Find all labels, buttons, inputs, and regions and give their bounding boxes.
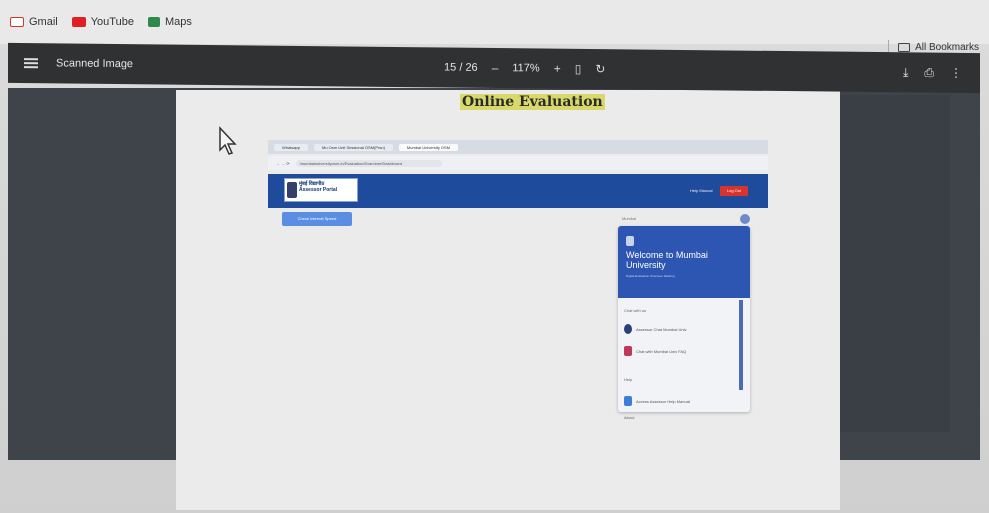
- page-total: 26: [465, 61, 478, 74]
- embedded-chat-row: Assessor Chat Mumbai Univ: [624, 324, 686, 334]
- more-options-icon[interactable]: ⋮: [950, 65, 962, 80]
- zoom-in-button[interactable]: +: [554, 62, 561, 76]
- bookmark-label: YouTube: [90, 16, 134, 28]
- bookmark-maps[interactable]: Maps: [147, 16, 192, 28]
- embedded-footer-label: About: [624, 415, 635, 420]
- bookmark-label: Gmail: [29, 16, 58, 28]
- folder-icon: [898, 42, 911, 52]
- embedded-row-text: Chat with Mumbai Univ FAQ: [636, 348, 687, 354]
- logo-line-2: Assessor Portal: [299, 187, 338, 193]
- menu-icon[interactable]: [24, 58, 38, 69]
- fit-page-icon[interactable]: ▯: [575, 62, 582, 76]
- manual-icon: [624, 396, 632, 406]
- download-icon[interactable]: ⤓: [903, 65, 908, 80]
- faq-icon: [624, 346, 632, 356]
- embedded-url: /mumbaiuniversityosm.in/Evaluation/Exami…: [295, 159, 443, 167]
- embedded-row-text: Access Assessor Help Manual: [636, 398, 690, 404]
- youtube-icon: [71, 17, 86, 27]
- print-icon[interactable]: ⎙: [924, 65, 934, 80]
- shield-icon: [626, 236, 634, 246]
- embedded-check-speed-button: Check Internet Speed: [282, 212, 352, 226]
- embedded-portal-logo: मुंबई विद्यापीठ Assessor Portal: [284, 178, 358, 202]
- embedded-welcome-text: Welcome to Mumbai University: [626, 250, 708, 270]
- embedded-help-heading: Help: [624, 377, 633, 382]
- embedded-nav-icons: ← → ⟳: [276, 160, 290, 166]
- embedded-help-link: Help Manual: [690, 188, 713, 193]
- bookmark-gmail[interactable]: Gmail: [10, 16, 58, 28]
- bookmark-label: Maps: [164, 16, 192, 28]
- page-indicator[interactable]: 15 / 26: [444, 61, 478, 73]
- maps-icon: [147, 17, 160, 27]
- embedded-tab: Whatsapp: [274, 143, 309, 151]
- embedded-address-bar: ← → ⟳ /mumbaiuniversityosm.in/Evaluation…: [268, 156, 768, 170]
- document-title: Scanned Image: [56, 57, 134, 71]
- page-heading: Online Evaluation: [460, 94, 605, 110]
- zoom-level[interactable]: 117%: [512, 62, 539, 74]
- bookmark-youtube[interactable]: YouTube: [71, 16, 134, 28]
- embedded-chat-row: Chat with Mumbai Univ FAQ: [624, 346, 686, 356]
- page-current: 15: [444, 61, 457, 74]
- embedded-tab-strip: Whatsapp Mu Osm Unit Sessional OSM(Prsn)…: [268, 140, 768, 154]
- all-bookmarks-label: All Bookmarks: [915, 41, 979, 53]
- mouse-cursor-icon: [219, 126, 237, 155]
- bookmarks-bar: Gmail YouTube Maps: [0, 0, 989, 44]
- rotate-icon[interactable]: ↻: [595, 62, 605, 76]
- viewer-actions: ⤓ ⎙ ⋮: [903, 65, 962, 81]
- page-separator: /: [459, 61, 463, 74]
- embedded-close-icon: [740, 214, 750, 224]
- embedded-help-row: Access Assessor Help Manual: [624, 396, 690, 406]
- gmail-icon: [10, 17, 24, 27]
- page-controls: 15 / 26 – 117% + ▯ ↻: [444, 60, 605, 76]
- embedded-row-text: Assessor Chat Mumbai Univ: [636, 326, 687, 332]
- embedded-welcome-subtext: Digital Evaluation Onscreen Marking: [626, 274, 675, 278]
- zoom-out-button[interactable]: –: [492, 61, 499, 75]
- embedded-panel-label: Mumbai: [622, 216, 637, 221]
- pdf-viewer-toolbar: Scanned Image 15 / 26 – 117% + ▯ ↻ ⤓ ⎙ ⋮: [8, 42, 980, 94]
- embedded-logout-button: Log Out: [720, 186, 748, 196]
- chat-icon: [624, 324, 632, 334]
- embedded-tab-active: Mumbai University OSM: [398, 143, 459, 151]
- embedded-chat-label: Chat with us: [624, 308, 647, 313]
- embedded-chat-card-header: Welcome to Mumbai University Digital Eva…: [618, 226, 750, 298]
- embedded-tab: Mu Osm Unit Sessional OSM(Prsn): [314, 143, 393, 151]
- embedded-scrollbar: [739, 300, 743, 390]
